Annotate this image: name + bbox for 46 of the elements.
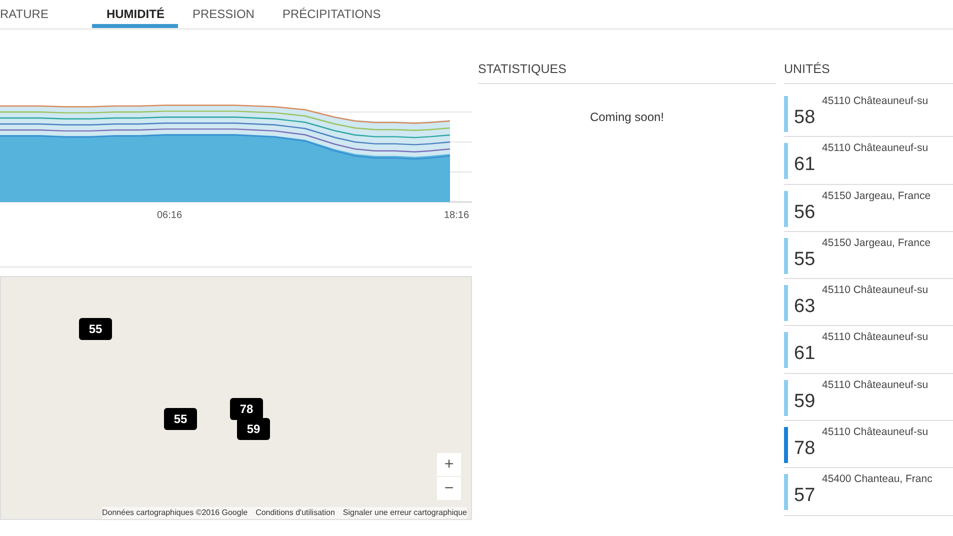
unit-location: 45110 Châteauneuf-su bbox=[822, 141, 928, 156]
unit-value: 57 bbox=[794, 486, 816, 508]
unit-value: 55 bbox=[794, 250, 816, 272]
tab[interactable]: RATURE bbox=[0, 0, 62, 28]
unit-row[interactable]: 61 45110 Châteauneuf-su bbox=[784, 137, 953, 185]
map-marker[interactable]: 55 bbox=[164, 408, 197, 430]
zoom-in-button[interactable]: + bbox=[437, 453, 461, 476]
unit-row[interactable]: 57 45400 Chanteau, Franc bbox=[784, 468, 953, 516]
unit-location: 45110 Châteauneuf-su bbox=[822, 425, 928, 440]
status-message: Coming soon! bbox=[590, 110, 664, 124]
unit-location: 45110 Châteauneuf-su bbox=[822, 94, 928, 109]
tab[interactable]: HUMIDITÉ bbox=[92, 0, 178, 28]
axis-label: 06:16 bbox=[157, 209, 182, 223]
tab[interactable]: PRÉCIPITATIONS bbox=[268, 0, 395, 28]
unit-value: 56 bbox=[794, 202, 816, 225]
zoom-out-button[interactable]: − bbox=[437, 477, 461, 500]
unit-row[interactable]: 58 45110 Châteauneuf-su bbox=[784, 90, 953, 138]
unit-value: 59 bbox=[794, 392, 816, 414]
unit-row[interactable]: 78 45110 Châteauneuf-su bbox=[784, 421, 953, 468]
unit-location: 45110 Châteauneuf-su bbox=[822, 330, 928, 346]
unit-row[interactable]: 59 45110 Châteauneuf-su bbox=[784, 374, 953, 422]
unit-value: 63 bbox=[794, 297, 816, 320]
map-link[interactable]: Conditions d'utilisation bbox=[256, 507, 335, 519]
unit-location: 45110 Châteauneuf-su bbox=[822, 378, 928, 393]
axis-label: 18:16 bbox=[444, 209, 470, 223]
section-title: UNITÉS bbox=[784, 62, 830, 76]
unit-value: 61 bbox=[794, 155, 816, 178]
map-marker[interactable]: 78 bbox=[230, 398, 263, 420]
unit-value: 61 bbox=[794, 344, 816, 366]
unit-row[interactable]: 56 45150 Jargeau, France bbox=[784, 184, 953, 232]
unit-row[interactable]: 61 45110 Châteauneuf-su bbox=[784, 326, 953, 374]
map-link[interactable]: Signaler une erreur cartographique bbox=[342, 507, 467, 519]
unit-location: 45110 Châteauneuf-su bbox=[822, 283, 928, 298]
unit-row[interactable]: 55 45150 Jargeau, France bbox=[784, 232, 953, 280]
section-title: STATISTIQUES bbox=[478, 62, 566, 76]
unit-location: 45400 Chanteau, Franc bbox=[822, 472, 932, 488]
map-marker[interactable]: 59 bbox=[237, 418, 270, 440]
attribution-text: Données cartographiques ©2016 Google bbox=[102, 507, 248, 519]
map[interactable]: 55 55 59 78 + − Données cartographiques ©2016 Google Conditions d'utilisation Signaler une erreur cartographique bbox=[0, 276, 472, 520]
unit-location: 45150 Jargeau, France bbox=[822, 188, 931, 204]
unit-value: 58 bbox=[794, 108, 816, 130]
unit-row[interactable]: 63 45110 Châteauneuf-su bbox=[784, 279, 953, 326]
unit-value: 78 bbox=[794, 439, 816, 462]
map-marker[interactable]: 55 bbox=[79, 318, 112, 340]
unit-location: 45150 Jargeau, France bbox=[822, 236, 931, 251]
tab[interactable]: PRESSION bbox=[178, 0, 268, 28]
